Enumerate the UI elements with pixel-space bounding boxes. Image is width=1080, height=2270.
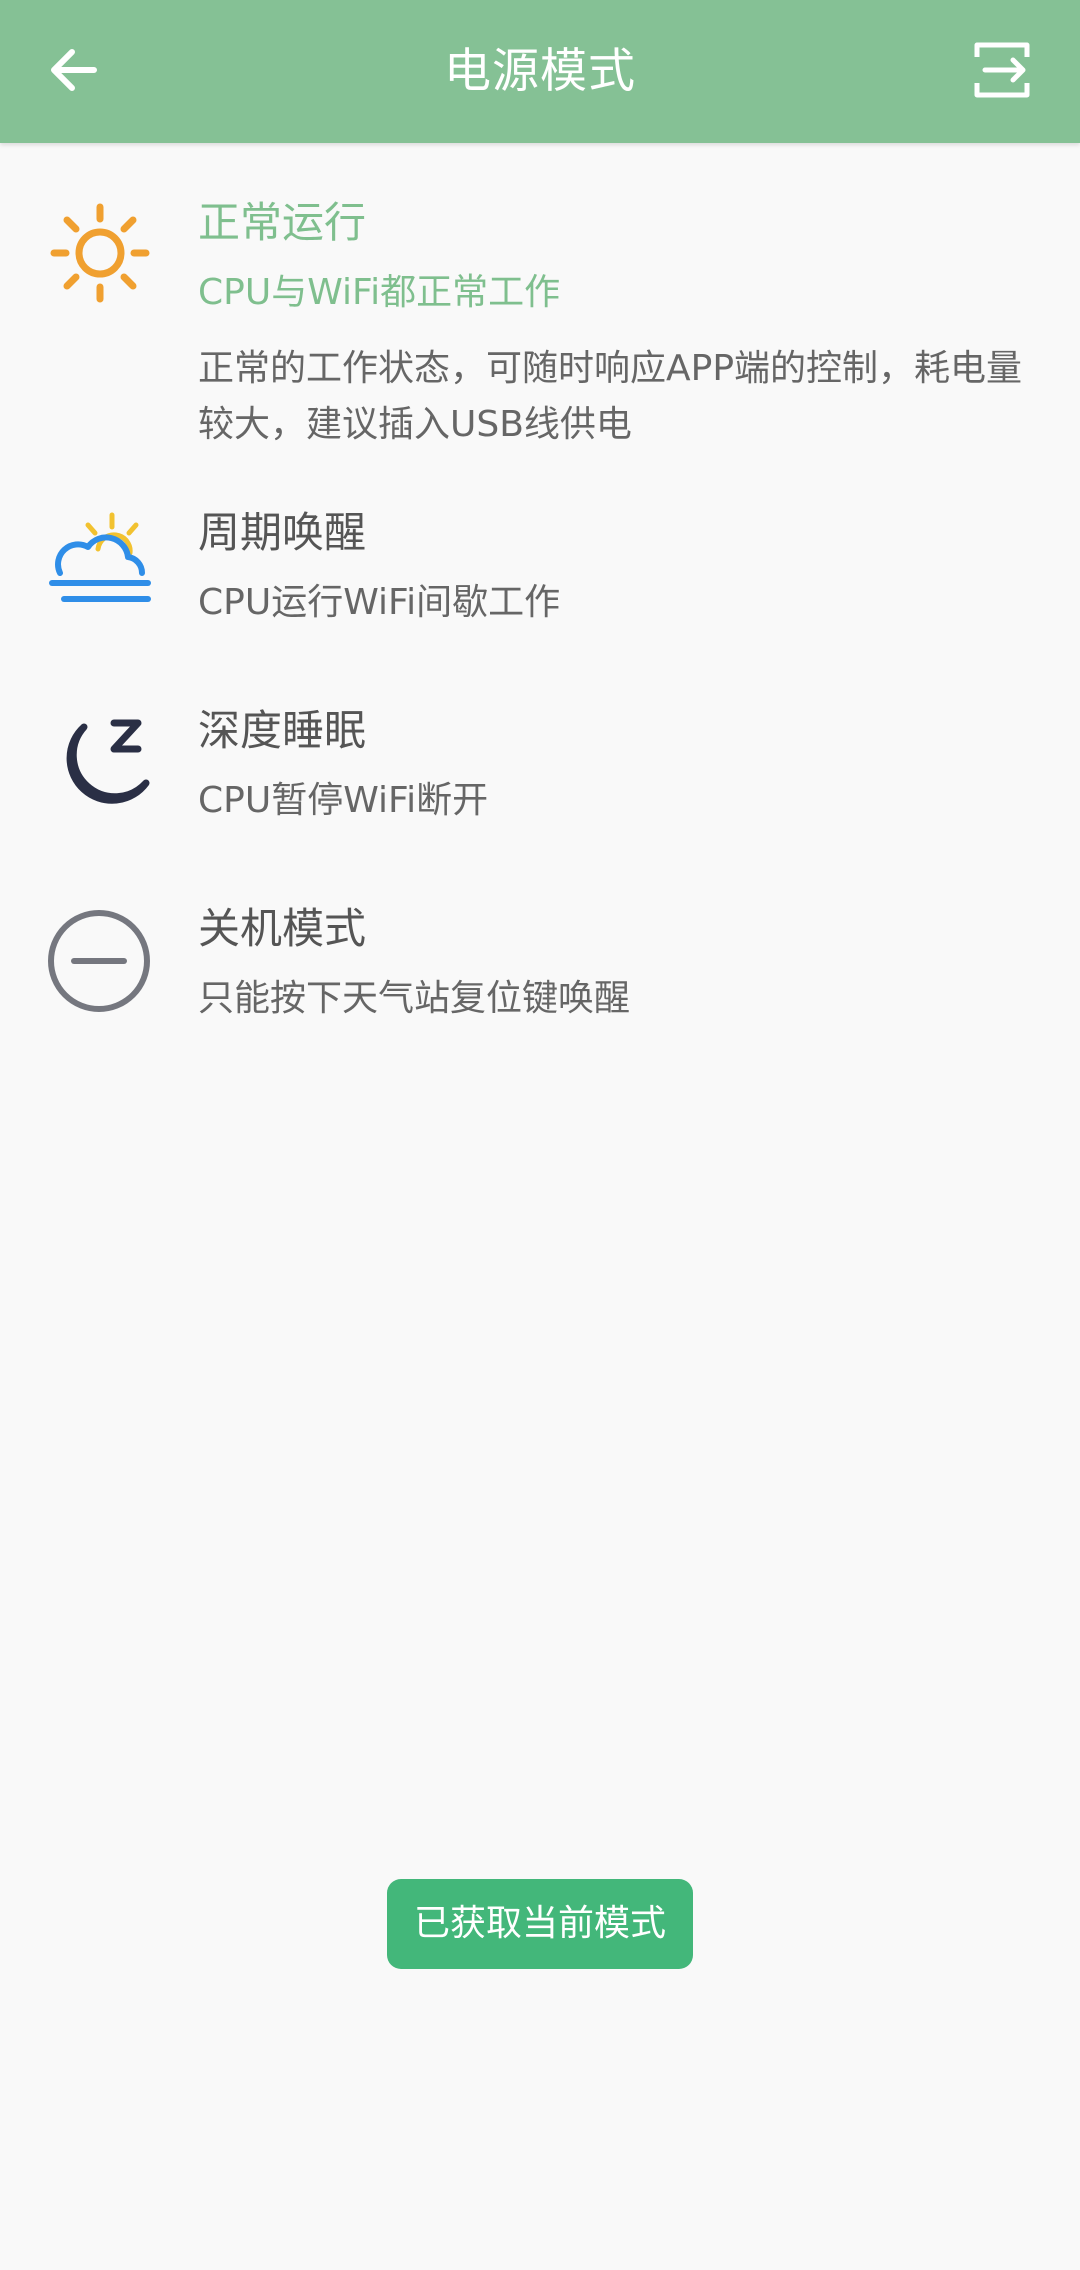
mode-item-deep-sleep[interactable]: 深度睡眠 CPU暂停WiFi断开 bbox=[0, 651, 1080, 849]
cloud-sun-icon bbox=[40, 509, 160, 629]
toast-message: 已获取当前模式 bbox=[387, 1879, 693, 1969]
mode-subtitle: CPU与WiFi都正常工作 bbox=[198, 272, 561, 313]
mode-description: 正常的工作状态，可随时响应APP端的控制，耗电量较大，建议插入USB线供电 bbox=[198, 348, 1023, 445]
page-title: 电源模式 bbox=[444, 44, 636, 99]
sun-icon bbox=[40, 193, 160, 313]
mode-subtitle: CPU运行WiFi间歇工作 bbox=[198, 582, 561, 623]
mode-item-normal[interactable]: 正常运行 CPU与WiFi都正常工作 正常的工作状态，可随时响应APP端的控制，… bbox=[0, 143, 1080, 453]
moon-sleep-icon bbox=[40, 707, 160, 827]
mode-item-shutdown[interactable]: 关机模式 只能按下天气站复位键唤醒 bbox=[0, 849, 1080, 1047]
mode-title: 周期唤醒 bbox=[198, 508, 367, 557]
export-icon bbox=[971, 37, 1037, 107]
export-button[interactable] bbox=[966, 34, 1042, 110]
mode-title: 深度睡眠 bbox=[198, 706, 367, 755]
mode-title: 关机模式 bbox=[198, 904, 367, 953]
app-bar: 电源模式 bbox=[0, 0, 1080, 143]
mode-subtitle: 只能按下天气站复位键唤醒 bbox=[198, 978, 631, 1019]
mode-subtitle: CPU暂停WiFi断开 bbox=[198, 780, 489, 821]
mode-title: 正常运行 bbox=[198, 198, 367, 247]
mode-item-periodic[interactable]: 周期唤醒 CPU运行WiFi间歇工作 bbox=[0, 453, 1080, 651]
minus-circle-icon bbox=[40, 901, 160, 1021]
